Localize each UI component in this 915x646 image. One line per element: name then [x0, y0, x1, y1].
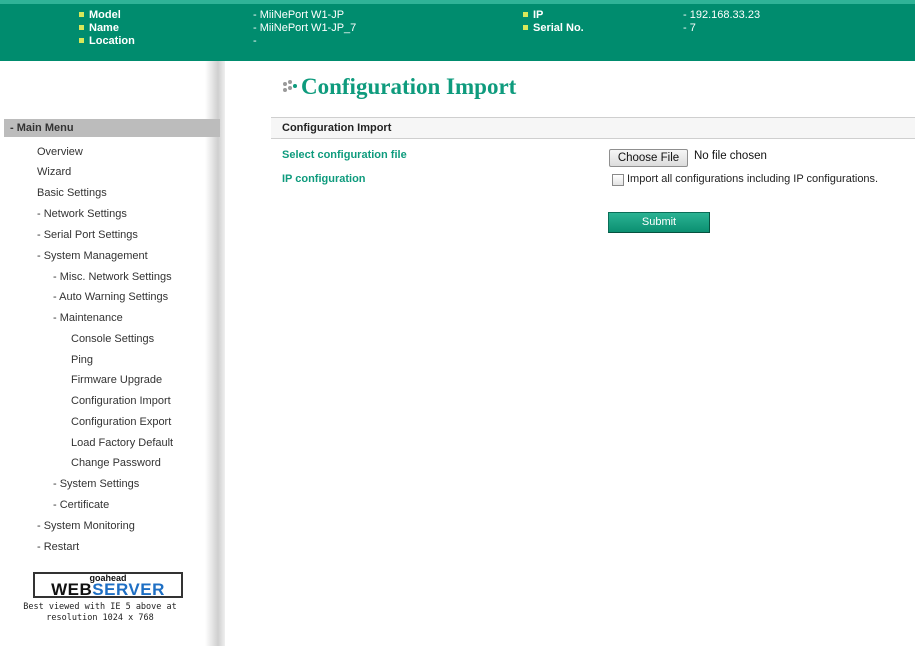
serial-label-text: Serial No. [533, 22, 584, 34]
browser-recommendation: Best viewed with IE 5 above at resolutio… [0, 602, 200, 624]
menu-item-network-settings[interactable]: - Network Settings [37, 207, 127, 221]
menu-item-console-settings[interactable]: Console Settings [71, 332, 154, 346]
name-label: Name [79, 22, 119, 35]
ip-label-text: IP [533, 9, 544, 21]
square-bullet-icon [79, 38, 84, 43]
main-menu-header[interactable]: - Main Menu [4, 119, 220, 137]
no-file-chosen-text: No file chosen [694, 150, 767, 162]
location-label: Location [79, 35, 135, 48]
dots-icon [283, 80, 301, 98]
section-header: Configuration Import [271, 117, 915, 139]
menu-item-misc-network-settings[interactable]: - Misc. Network Settings [53, 270, 172, 284]
menu-item-configuration-import[interactable]: Configuration Import [71, 394, 171, 408]
sidebar: - Main Menu Overview Wizard Basic Settin… [0, 61, 225, 646]
device-info-header: Model - MiiNePort W1-JP Name - MiiNePort… [0, 0, 915, 61]
ip-config-checkbox-label[interactable]: Import all configurations including IP c… [627, 173, 878, 185]
menu-item-load-factory-default[interactable]: Load Factory Default [71, 436, 173, 450]
model-label-text: Model [89, 9, 121, 21]
submit-button[interactable]: Submit [608, 212, 710, 233]
serial-label: Serial No. [523, 22, 584, 35]
logo-web-text: WEB [51, 580, 93, 599]
browser-recommendation-line2: resolution 1024 x 768 [46, 613, 154, 623]
location-value: - [253, 35, 257, 47]
name-label-text: Name [89, 22, 119, 34]
menu-item-firmware-upgrade[interactable]: Firmware Upgrade [71, 373, 162, 387]
section-title: Configuration Import [282, 122, 392, 134]
serial-value: - 7 [683, 22, 696, 34]
menu-item-basic-settings[interactable]: Basic Settings [37, 186, 107, 200]
name-value: - MiiNePort W1-JP_7 [253, 22, 357, 34]
square-bullet-icon [79, 25, 84, 30]
square-bullet-icon [79, 12, 84, 17]
select-file-label: Select configuration file [282, 149, 407, 161]
page-title: Configuration Import [301, 74, 517, 99]
choose-file-button[interactable]: Choose File [609, 149, 688, 167]
browser-recommendation-line1: Best viewed with IE 5 above at [23, 602, 177, 612]
menu-item-ping[interactable]: Ping [71, 353, 93, 367]
menu-item-configuration-export[interactable]: Configuration Export [71, 415, 171, 429]
menu-item-system-settings[interactable]: - System Settings [53, 477, 139, 491]
logo-server-text: SERVER [92, 580, 165, 599]
menu-item-certificate[interactable]: - Certificate [53, 498, 109, 512]
menu-item-system-management[interactable]: - System Management [37, 249, 148, 263]
model-label: Model [79, 9, 121, 22]
menu-item-serial-port-settings[interactable]: - Serial Port Settings [37, 228, 138, 242]
square-bullet-icon [523, 25, 528, 30]
logo-big-text: WEBSERVER [35, 581, 181, 599]
model-value: - MiiNePort W1-JP [253, 9, 345, 21]
goahead-webserver-logo: goahead WEBSERVER [33, 572, 183, 599]
menu-item-change-password[interactable]: Change Password [71, 456, 161, 470]
menu-item-restart[interactable]: - Restart [37, 540, 79, 554]
ip-value: - 192.168.33.23 [683, 9, 761, 21]
location-label-text: Location [89, 35, 135, 47]
menu-item-wizard[interactable]: Wizard [37, 165, 71, 179]
menu-item-maintenance[interactable]: - Maintenance [53, 311, 123, 325]
square-bullet-icon [523, 12, 528, 17]
ip-config-label: IP configuration [282, 173, 366, 185]
ip-label: IP [523, 9, 543, 22]
menu-item-auto-warning-settings[interactable]: - Auto Warning Settings [53, 290, 168, 304]
menu-item-system-monitoring[interactable]: - System Monitoring [37, 519, 135, 533]
menu-item-overview[interactable]: Overview [37, 145, 83, 159]
ip-config-checkbox[interactable] [612, 174, 624, 186]
